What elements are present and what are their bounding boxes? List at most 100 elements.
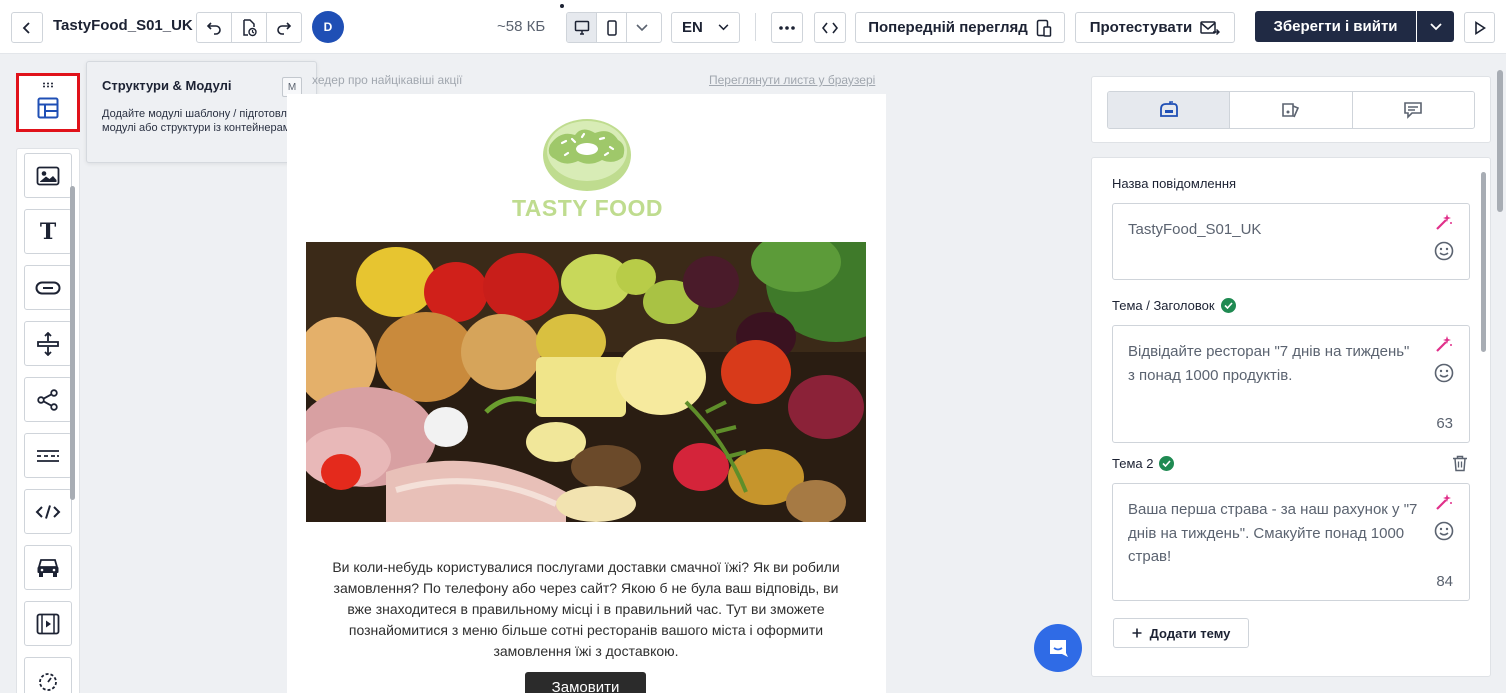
drag-handle-icon xyxy=(43,82,53,88)
blocks-scrollbar[interactable] xyxy=(70,186,75,500)
view-in-browser-link[interactable]: Переглянути листа у браузері xyxy=(709,73,875,87)
tab-appearance[interactable] xyxy=(1230,92,1353,128)
structures-modules-button[interactable] xyxy=(16,73,80,132)
chevron-left-icon xyxy=(22,21,30,34)
subject-field[interactable]: Відвідайте ресторан "7 днів на тиждень" … xyxy=(1112,325,1470,443)
trash-icon[interactable] xyxy=(1452,455,1468,472)
file-history-icon xyxy=(243,18,257,36)
top-toolbar: TastyFood_S01_UK D ~58 КБ EN Попередній … xyxy=(0,0,1506,54)
timer-block-tool[interactable] xyxy=(24,657,72,693)
send-mail-icon xyxy=(1200,20,1221,35)
image-icon xyxy=(36,166,60,185)
desktop-view-button[interactable] xyxy=(567,13,597,42)
subject-value: Відвідайте ресторан "7 днів на тиждень" … xyxy=(1128,343,1410,384)
user-avatar[interactable]: D xyxy=(312,11,344,43)
food-hero-image[interactable] xyxy=(306,242,866,522)
text-t-icon: T xyxy=(39,218,57,245)
mobile-view-button[interactable] xyxy=(597,13,627,42)
tab-comments[interactable] xyxy=(1352,92,1474,128)
message-name-label-text: Назва повідомлення xyxy=(1112,176,1237,191)
message-name-label: Назва повідомлення xyxy=(1112,176,1236,191)
html-code-icon xyxy=(35,504,61,519)
check-circle-icon xyxy=(1159,456,1175,471)
language-value: EN xyxy=(682,19,703,36)
redo-icon xyxy=(277,21,292,35)
code-view-button[interactable] xyxy=(814,12,846,43)
save-and-exit-button[interactable]: Зберегти і вийти xyxy=(1255,11,1416,42)
status-dot xyxy=(560,4,564,8)
video-icon xyxy=(36,613,60,634)
code-brackets-icon xyxy=(822,22,838,33)
product-block-tool[interactable] xyxy=(24,545,72,590)
chevron-down-icon xyxy=(636,23,648,31)
check-circle-icon xyxy=(1220,298,1236,313)
devices-icon xyxy=(1036,19,1052,37)
language-select[interactable]: EN xyxy=(671,12,740,43)
structures-tooltip: Структури & Модулі M Додайте модулі шабл… xyxy=(86,61,317,163)
page-scrollbar[interactable] xyxy=(1497,70,1503,212)
play-icon xyxy=(1474,20,1486,35)
email-size: ~58 КБ xyxy=(497,18,546,35)
form-scrollbar[interactable] xyxy=(1481,172,1486,352)
device-dropdown-button[interactable] xyxy=(627,13,657,42)
template-title: TastyFood_S01_UK xyxy=(53,17,193,34)
magic-wand-icon[interactable] xyxy=(1435,493,1453,511)
magic-wand-icon[interactable] xyxy=(1435,335,1453,353)
more-dots-icon xyxy=(779,25,795,30)
add-topic-label: Додати тему xyxy=(1149,625,1231,641)
emoji-icon[interactable] xyxy=(1434,363,1454,383)
undo-button[interactable] xyxy=(196,12,232,43)
image-block-tool[interactable] xyxy=(24,153,72,198)
share-icon xyxy=(37,388,58,411)
mailbox-icon xyxy=(1159,101,1178,117)
device-switcher xyxy=(566,12,662,43)
layout-modules-icon xyxy=(37,97,59,119)
logo-text: TASTY FOOD xyxy=(511,195,664,221)
chevron-down-icon xyxy=(1429,22,1442,30)
preview-label: Попередній перегляд xyxy=(868,19,1028,36)
redo-button[interactable] xyxy=(266,12,302,43)
spacer-block-tool[interactable] xyxy=(24,321,72,366)
subject2-field[interactable]: Ваша перша страва - за наш рахунок у "7 … xyxy=(1112,483,1470,601)
more-options-button[interactable] xyxy=(771,12,803,43)
message-name-field[interactable]: TastyFood_S01_UK xyxy=(1112,203,1470,280)
tab-message-settings[interactable] xyxy=(1108,92,1231,128)
button-icon xyxy=(35,281,61,294)
chat-icon xyxy=(1050,640,1068,657)
subject-char-count: 63 xyxy=(1436,415,1453,432)
play-button[interactable] xyxy=(1464,12,1495,43)
magic-wand-icon[interactable] xyxy=(1435,213,1453,231)
preview-button[interactable]: Попередній перегляд xyxy=(855,12,1065,43)
test-button[interactable]: Протестувати xyxy=(1075,12,1235,43)
email-body-text[interactable]: Ви коли-небудь користувалися послугами д… xyxy=(326,557,846,662)
version-history-button[interactable] xyxy=(231,12,267,43)
settings-tabs xyxy=(1107,91,1475,129)
subject2-char-count: 84 xyxy=(1436,573,1453,590)
emoji-icon[interactable] xyxy=(1434,521,1454,541)
add-topic-button[interactable]: Додати тему xyxy=(1113,618,1249,648)
paint-palette-icon xyxy=(1282,103,1300,118)
timer-icon xyxy=(39,672,57,691)
test-label: Протестувати xyxy=(1089,19,1193,36)
preheader-text[interactable]: хедер про найцікавіші акції xyxy=(312,73,462,87)
button-block-tool[interactable] xyxy=(24,265,72,310)
subject2-value: Ваша перша страва - за наш рахунок у "7 … xyxy=(1128,501,1418,565)
chat-widget-button[interactable] xyxy=(1034,624,1082,672)
desktop-icon xyxy=(574,20,589,35)
subject-label: Тема / Заголовок xyxy=(1112,298,1236,313)
emoji-icon[interactable] xyxy=(1434,241,1454,261)
divider-block-tool[interactable] xyxy=(24,433,72,478)
undo-icon xyxy=(206,21,221,35)
comment-icon xyxy=(1404,102,1423,119)
order-button[interactable]: Замовити xyxy=(525,672,646,693)
video-block-tool[interactable] xyxy=(24,601,72,646)
chevron-down-icon xyxy=(718,24,729,31)
html-block-tool[interactable] xyxy=(24,489,72,534)
back-button[interactable] xyxy=(11,12,43,43)
save-options-dropdown[interactable] xyxy=(1417,11,1454,42)
subject2-label-text: Тема 2 xyxy=(1112,456,1154,471)
divider-icon xyxy=(37,449,59,462)
social-block-tool[interactable] xyxy=(24,377,72,422)
message-name-value: TastyFood_S01_UK xyxy=(1128,221,1262,238)
text-block-tool[interactable]: T xyxy=(24,209,72,254)
